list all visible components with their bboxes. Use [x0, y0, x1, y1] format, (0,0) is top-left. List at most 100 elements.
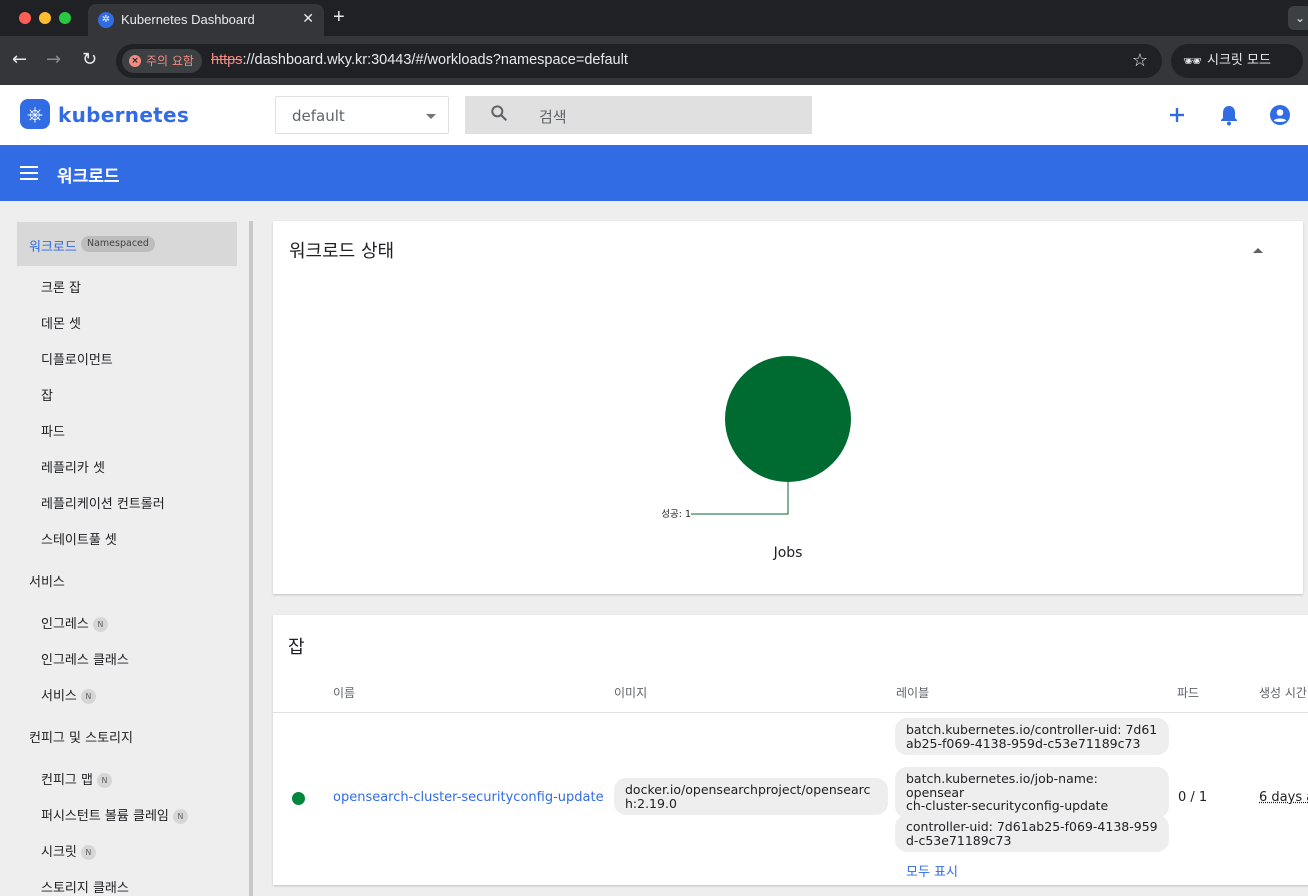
app-header: ⎈ kubernetes default 검색: [0, 85, 1308, 145]
sidebar-item-secrets[interactable]: 시크릿 N: [41, 841, 96, 860]
label-line: controller-uid: 7d61ab25-f069-4138-959: [906, 819, 1158, 834]
namespaced-badge: Namespaced: [81, 236, 155, 252]
sidebar-item-workloads[interactable]: 워크로드 Namespaced: [17, 222, 237, 266]
sidebar-scrollbar[interactable]: [249, 221, 253, 896]
sidebar-item-pvcs[interactable]: 퍼시스턴트 볼륨 클레임 N: [41, 805, 188, 824]
column-header-created[interactable]: 생성 시간: [1259, 684, 1307, 701]
tab-search-chevron-icon[interactable]: ⌄: [1288, 6, 1308, 30]
label-line: batch.kubernetes.io/controller-uid: 7d61: [906, 722, 1158, 737]
sidebar-item-label: 서비스: [41, 689, 77, 704]
warning-x-icon: ×: [129, 55, 141, 67]
namespaced-n-badge: N: [92, 617, 108, 632]
job-status-success-icon: [292, 792, 305, 805]
maximize-window-button[interactable]: [59, 12, 71, 24]
sidebar-item-label: 퍼시스턴트 볼륨 클레임: [41, 809, 169, 824]
label-line: batch.kubernetes.io/job-name: opensear: [906, 771, 1098, 800]
sidebar-item-label: 컨피그 맵: [41, 773, 93, 788]
sidebar-item-replicationcontrollers[interactable]: 레플리케이션 컨트롤러: [41, 493, 165, 512]
notifications-bell-icon[interactable]: [1217, 103, 1241, 127]
browser-address-bar: ← → ↻ × 주의 요함 https://dashboard.wky.kr:3…: [0, 36, 1308, 85]
column-header-pods: 파드: [1177, 686, 1200, 700]
sidebar-item-label: 시크릿: [41, 845, 77, 860]
minimize-window-button[interactable]: [39, 12, 51, 24]
namespaced-n-badge: N: [172, 809, 188, 824]
new-tab-button[interactable]: +: [333, 6, 345, 28]
sidebar-item-statefulsets[interactable]: 스테이트풀 셋: [41, 529, 117, 548]
omnibox[interactable]: × 주의 요함 https://dashboard.wky.kr:30443/#…: [116, 44, 1162, 78]
label-chip: controller-uid: 7d61ab25-f069-4138-959 d…: [895, 815, 1169, 852]
image-chip: docker.io/opensearchproject/opensearc h:…: [614, 778, 888, 815]
kubernetes-logo-icon[interactable]: ⎈: [20, 99, 50, 129]
jobs-pie-chart: 성공: 1: [661, 356, 851, 520]
namespaced-n-badge: N: [80, 845, 96, 860]
page-title: 워크로드: [57, 167, 120, 187]
label-line: ch-cluster-securityconfig-update: [906, 798, 1109, 813]
sidebar-item-ingressclasses[interactable]: 인그레스 클래스: [41, 649, 129, 668]
dropdown-caret-icon: [426, 114, 436, 119]
jobs-card-title: 잡: [288, 637, 305, 658]
column-header-labels: 레이블: [896, 686, 930, 700]
page-toolbar: 워크로드: [0, 145, 1308, 201]
image-line: docker.io/opensearchproject/opensearc: [625, 782, 871, 797]
sidebar-section-service[interactable]: 서비스: [29, 571, 65, 590]
url-path: ://dashboard.wky.kr:30443/#/workloads?na…: [242, 52, 628, 68]
sidebar-item-ingresses[interactable]: 인그레스 N: [41, 613, 108, 632]
sidebar-item-jobs[interactable]: 잡: [41, 385, 53, 404]
label-chip: batch.kubernetes.io/controller-uid: 7d61…: [895, 718, 1169, 755]
sidebar-item-cronjobs[interactable]: 크론 잡: [41, 277, 81, 296]
sidebar-item-pods[interactable]: 파드: [41, 421, 65, 440]
pie-leader-line: [691, 482, 789, 515]
sidebar-item-replicasets[interactable]: 레플리카 셋: [41, 457, 105, 476]
namespace-select[interactable]: default: [275, 96, 449, 134]
account-circle-icon[interactable]: [1268, 103, 1292, 127]
menu-hamburger-icon[interactable]: [20, 166, 38, 180]
incognito-button[interactable]: 🕶 시크릿 모드: [1171, 44, 1303, 78]
show-all-labels-link[interactable]: 모두 표시: [906, 861, 958, 880]
incognito-icon: 🕶: [1183, 52, 1203, 70]
pie-slice-label: 성공: 1: [661, 509, 691, 520]
sidebar-section-config-storage[interactable]: 컨피그 및 스토리지: [29, 727, 133, 746]
create-plus-icon[interactable]: [1165, 103, 1189, 127]
sidebar-item-configmaps[interactable]: 컨피그 맵N: [41, 769, 112, 788]
job-name-link[interactable]: opensearch-cluster-securityconfig-update: [333, 790, 604, 805]
incognito-label: 시크릿 모드: [1207, 53, 1271, 68]
security-warning-chip[interactable]: × 주의 요함: [122, 49, 202, 73]
tab-close-icon[interactable]: ✕: [302, 10, 314, 27]
sidebar-item-daemonsets[interactable]: 데몬 셋: [41, 313, 81, 332]
bookmark-star-icon[interactable]: ☆: [1132, 50, 1148, 71]
browser-tab-bar: ✲ Kubernetes Dashboard ✕ + ⌄: [0, 0, 1308, 36]
sidebar-item-label: 인그레스: [41, 617, 89, 632]
search-icon: [491, 105, 507, 121]
sidebar-item-services[interactable]: 서비스 N: [41, 685, 96, 704]
label-line: ab25-f069-4138-959d-c53e71189c73: [906, 735, 1141, 751]
back-arrow-icon[interactable]: ←: [12, 50, 27, 70]
namespaced-n-badge: N: [80, 689, 96, 704]
pie-slice-success[interactable]: [725, 356, 851, 482]
tab-title: Kubernetes Dashboard: [121, 12, 255, 27]
created-age: 6 days a: [1259, 790, 1308, 805]
sidebar-item-label: 워크로드: [29, 240, 77, 255]
security-warning-label: 주의 요함: [146, 54, 194, 68]
logo-text[interactable]: kubernetes: [58, 103, 189, 127]
search-input[interactable]: 검색: [465, 96, 812, 134]
namespace-value: default: [292, 107, 345, 125]
image-line: h:2.19.0: [625, 795, 677, 811]
label-chip: batch.kubernetes.io/job-name: opensear c…: [895, 767, 1169, 818]
search-placeholder: 검색: [539, 108, 567, 126]
browser-tab[interactable]: ✲ Kubernetes Dashboard ✕: [88, 4, 324, 36]
sidebar: 워크로드 Namespaced 크론 잡 데몬 셋 디플로이먼트 잡 파드 레플…: [0, 201, 253, 896]
jobs-card: 잡 이름 이미지 레이블 파드 생성 시간 opensearch-cluster…: [273, 615, 1308, 885]
sidebar-item-storageclasses[interactable]: 스토리지 클래스: [41, 877, 129, 896]
url-scheme: https: [211, 52, 243, 68]
workload-status-card: 워크로드 상태 성공: 1 Jobs: [273, 221, 1303, 594]
namespaced-n-badge: N: [96, 773, 112, 788]
url-text[interactable]: https://dashboard.wky.kr:30443/#/workloa…: [211, 52, 628, 68]
sidebar-item-deployments[interactable]: 디플로이먼트: [41, 349, 113, 368]
forward-arrow-icon[interactable]: →: [46, 50, 61, 70]
reload-icon[interactable]: ↻: [82, 50, 97, 70]
column-header-name[interactable]: 이름: [333, 684, 355, 701]
kubernetes-favicon-icon: ✲: [98, 12, 114, 28]
pods-count: 0 / 1: [1178, 790, 1208, 805]
label-line: d-c53e71189c73: [906, 832, 1012, 848]
close-window-button[interactable]: [19, 12, 31, 24]
